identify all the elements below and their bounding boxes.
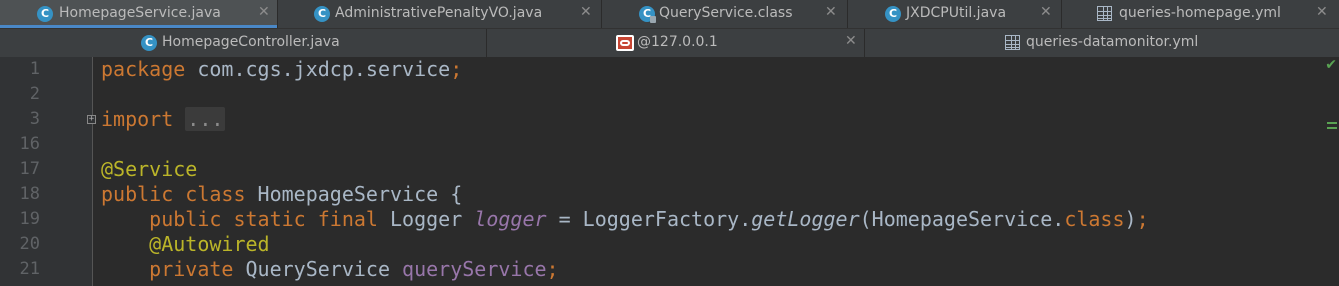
- code-line: package com.cgs.jxdcp.service;: [101, 57, 462, 82]
- check-icon: ✔: [1325, 57, 1337, 73]
- lock-icon: [650, 16, 656, 23]
- class-c-icon: C: [141, 35, 157, 51]
- marker-stripe[interactable]: [1327, 122, 1337, 124]
- tab-label: QueryService.class: [659, 5, 793, 21]
- class-c-icon: C: [314, 6, 330, 22]
- field: queryService: [402, 257, 547, 281]
- close-icon[interactable]: ✕: [825, 4, 837, 20]
- class-declaration: HomepageService {: [245, 182, 463, 206]
- tab-queries-datamonitor-yml[interactable]: queries-datamonitor.yml: [865, 29, 1339, 57]
- line-number: 20: [19, 234, 40, 254]
- tab-queries-homepage-yml[interactable]: queries-homepage.yml ✕: [1062, 0, 1339, 28]
- tab-homepage-service[interactable]: C HomepageService.java ✕: [0, 0, 278, 28]
- code-line: import ...: [101, 107, 226, 132]
- method-call: getLogger: [751, 207, 860, 231]
- tab-label: queries-homepage.yml: [1119, 5, 1281, 21]
- code-editor[interactable]: 1 2 3 16 17 18 19 20 21 + package com.cg…: [0, 57, 1339, 286]
- expression: = LoggerFactory.: [546, 207, 752, 231]
- oracle-icon: [616, 35, 634, 51]
- static-field: logger: [474, 207, 547, 231]
- code-line: public class HomepageService {: [101, 182, 462, 207]
- close-icon[interactable]: ✕: [258, 4, 270, 20]
- folded-imports[interactable]: ...: [185, 107, 226, 131]
- tab-homepage-controller[interactable]: C HomepageController.java: [0, 29, 487, 57]
- line-number: 16: [19, 134, 40, 154]
- tab-label: HomepageService.java: [59, 5, 221, 21]
- type-name: QueryService: [233, 257, 403, 281]
- line-number-gutter: 1 2 3 16 17 18 19 20 21: [0, 57, 92, 286]
- tab-label: @127.0.0.1: [637, 34, 718, 50]
- class-c-icon: C: [885, 6, 901, 22]
- annotation: @Autowired: [149, 232, 270, 256]
- line-number: 2: [29, 84, 40, 104]
- tab-database-console[interactable]: @127.0.0.1 ✕: [487, 29, 865, 57]
- marker-stripe[interactable]: [1327, 127, 1337, 129]
- code-line: @Service: [101, 157, 197, 182]
- line-number: 21: [19, 259, 40, 279]
- tab-label: queries-datamonitor.yml: [1026, 34, 1199, 50]
- type-name: Logger: [377, 207, 475, 231]
- tab-label: HomepageController.java: [162, 34, 340, 50]
- keyword: import: [101, 107, 174, 131]
- close-icon[interactable]: ✕: [1316, 4, 1328, 20]
- close-icon[interactable]: ✕: [845, 33, 857, 49]
- class-c-icon: C: [37, 6, 53, 22]
- argument: (HomepageService.: [859, 207, 1065, 231]
- annotation: @Service: [101, 157, 198, 181]
- tab-jxdcp-util[interactable]: C JXDCPUtil.java ✕: [848, 0, 1062, 28]
- code-line: @Autowired: [101, 232, 270, 257]
- keyword: package: [101, 57, 186, 81]
- tab-label: JXDCPUtil.java: [906, 5, 1007, 21]
- line-number: 17: [19, 159, 40, 179]
- tab-administrative-penalty-vo[interactable]: C AdministrativePenaltyVO.java ✕: [278, 0, 602, 28]
- error-stripe[interactable]: ✔: [1325, 57, 1339, 286]
- close-icon[interactable]: ✕: [1040, 4, 1052, 20]
- keyword: public class: [101, 182, 246, 206]
- editor-tab-bar-row-2: C HomepageController.java @127.0.0.1 ✕ q…: [0, 29, 1339, 57]
- line-number: 3: [29, 109, 40, 129]
- paren: ): [1124, 207, 1137, 231]
- table-icon: [1005, 35, 1020, 50]
- code-line: public static final Logger logger = Logg…: [101, 207, 1149, 232]
- package-name: com.cgs.jxdcp.service: [185, 57, 451, 81]
- semicolon: ;: [450, 57, 463, 81]
- keyword: private: [149, 257, 234, 281]
- editor-tab-bar-row-1: C HomepageService.java ✕ C Administrativ…: [0, 0, 1339, 28]
- line-number: 18: [19, 184, 40, 204]
- fold-expand-icon[interactable]: +: [87, 115, 96, 124]
- semicolon: ;: [546, 257, 559, 281]
- code-line: private QueryService queryService;: [101, 257, 559, 282]
- keyword: class: [1064, 207, 1125, 231]
- line-number: 1: [29, 59, 40, 79]
- close-icon[interactable]: ✕: [580, 4, 592, 20]
- tab-label: AdministrativePenaltyVO.java: [335, 5, 543, 21]
- tab-query-service-class[interactable]: C QueryService.class ✕: [602, 0, 848, 28]
- line-number: 19: [19, 209, 40, 229]
- keyword: public static final: [149, 207, 378, 231]
- gutter-separator: [92, 57, 93, 286]
- table-icon: [1097, 6, 1112, 21]
- semicolon: ;: [1136, 207, 1149, 231]
